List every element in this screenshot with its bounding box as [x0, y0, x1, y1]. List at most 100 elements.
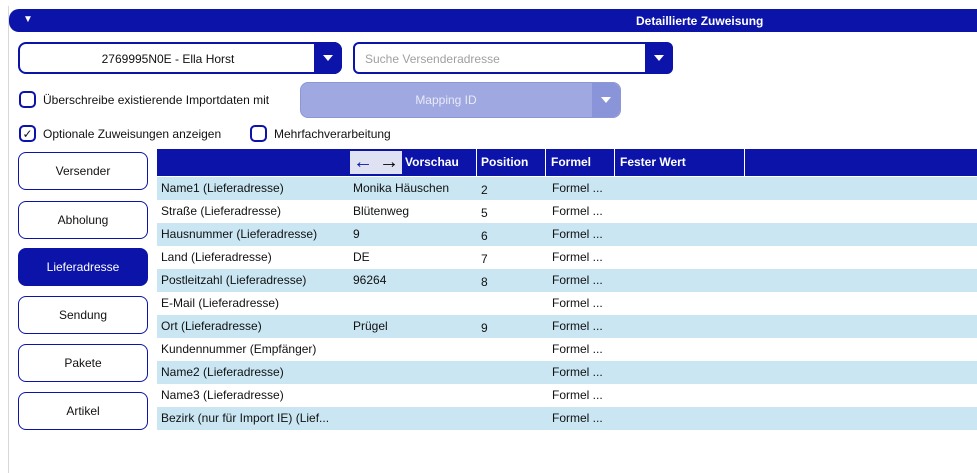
preview-cell	[353, 384, 471, 407]
formula-cell[interactable]: Formel ...	[552, 384, 614, 407]
table-row[interactable]: Straße (Lieferadresse) Blütenweg 5 Forme…	[157, 200, 977, 223]
table-row[interactable]: Postleitzahl (Lieferadresse) 96264 8 For…	[157, 269, 977, 292]
table-row[interactable]: Bezirk (nur für Import IE) (Lief... Form…	[157, 407, 977, 430]
preview-cell: Monika Häuschen	[353, 181, 450, 195]
preview-cell	[353, 338, 471, 361]
column-move-arrows[interactable]: ← →	[350, 151, 402, 174]
mapping-id-value: Mapping ID	[415, 93, 477, 107]
table-row[interactable]: E-Mail (Lieferadresse) Formel ...	[157, 292, 977, 315]
section-header[interactable]: ▼ Detaillierte Zuweisung	[9, 9, 977, 32]
table-row[interactable]: Kundennummer (Empfänger) Formel ...	[157, 338, 977, 361]
multi-processing-label: Mehrfachverarbeitung	[274, 126, 391, 141]
category-label: Versender	[55, 164, 111, 178]
sender-address-search[interactable]	[353, 42, 673, 74]
preview-cell: Blütenweg	[353, 204, 410, 218]
formula-cell[interactable]: Formel ...	[552, 407, 614, 430]
formula-cell[interactable]: Formel ...	[552, 315, 614, 338]
optional-assignments-option[interactable]: ✓ Optionale Zuweisungen anzeigen	[19, 125, 221, 142]
column-separator	[545, 149, 546, 176]
multi-processing-checkbox[interactable]	[250, 125, 267, 142]
preview-cell	[353, 292, 471, 315]
column-header-formula[interactable]: Formel	[551, 149, 591, 176]
field-cell: Name1 (Lieferadresse)	[161, 181, 284, 195]
field-cell: Ort (Lieferadresse)	[161, 319, 262, 333]
multi-processing-option[interactable]: Mehrfachverarbeitung	[250, 125, 391, 142]
field-cell: Land (Lieferadresse)	[161, 250, 272, 264]
category-button-pakete[interactable]: Pakete	[18, 344, 148, 382]
column-separator	[614, 149, 615, 176]
preview-cell: DE	[353, 250, 370, 264]
category-label: Abholung	[57, 213, 109, 227]
formula-cell[interactable]: Formel ...	[552, 361, 614, 384]
sender-dropdown[interactable]: 2769995N0E - Ella Horst	[18, 42, 342, 74]
table-row[interactable]: Name3 (Lieferadresse) Formel ...	[157, 384, 977, 407]
position-cell[interactable]: 6	[481, 225, 541, 248]
field-cell: Straße (Lieferadresse)	[161, 204, 282, 218]
preview-cell	[353, 361, 471, 384]
sender-address-dropdown-button[interactable]	[645, 42, 673, 74]
field-cell: Bezirk (nur für Import IE) (Lief...	[161, 411, 330, 425]
column-header-fixed-value[interactable]: Fester Wert	[620, 149, 686, 176]
formula-cell[interactable]: Formel ...	[552, 223, 614, 246]
formula-cell[interactable]: Formel ...	[552, 338, 614, 361]
section-title: Detaillierte Zuweisung	[636, 14, 764, 28]
optional-assignments-checkbox[interactable]: ✓	[19, 125, 36, 142]
category-button-versender[interactable]: Versender	[18, 152, 148, 190]
preview-cell: 96264	[353, 273, 387, 287]
sender-dropdown-value: 2769995N0E - Ella Horst	[101, 52, 235, 66]
position-cell[interactable]	[481, 363, 541, 386]
field-cell: Kundennummer (Empfänger)	[161, 342, 317, 356]
position-cell[interactable]	[481, 409, 541, 432]
table-row[interactable]: Name2 (Lieferadresse) Formel ...	[157, 361, 977, 384]
table-header: ← → Vorschau Position Formel Fester Wert	[157, 149, 977, 176]
column-header-position[interactable]: Position	[481, 149, 528, 176]
table-row[interactable]: Ort (Lieferadresse) Prügel 9 Formel ...	[157, 315, 977, 338]
formula-cell[interactable]: Formel ...	[552, 292, 614, 315]
formula-cell[interactable]: Formel ...	[552, 246, 614, 269]
arrow-left-icon[interactable]: ←	[353, 151, 373, 174]
category-label: Pakete	[64, 356, 102, 370]
position-cell[interactable]: 2	[481, 179, 541, 202]
position-cell[interactable]: 5	[481, 202, 541, 225]
column-header-preview[interactable]: Vorschau	[405, 149, 459, 176]
position-cell[interactable]: 7	[481, 248, 541, 271]
sender-address-search-input[interactable]	[363, 50, 633, 68]
sender-dropdown-button[interactable]	[314, 42, 342, 74]
category-button-abholung[interactable]: Abholung	[18, 201, 148, 239]
field-cell: Hausnummer (Lieferadresse)	[161, 227, 318, 241]
field-cell: Name2 (Lieferadresse)	[161, 365, 284, 379]
formula-cell[interactable]: Formel ...	[552, 269, 614, 292]
preview-cell	[353, 407, 471, 430]
column-separator	[476, 149, 477, 176]
position-cell[interactable]	[481, 294, 541, 317]
overwrite-option[interactable]: Überschreibe existierende Importdaten mi…	[19, 91, 269, 108]
chevron-down-icon	[654, 55, 664, 61]
table-row[interactable]: Land (Lieferadresse) DE 7 Formel ...	[157, 246, 977, 269]
formula-cell[interactable]: Formel ...	[552, 177, 614, 200]
category-label: Lieferadresse	[46, 260, 120, 274]
category-button-lieferadresse[interactable]: Lieferadresse	[18, 248, 148, 286]
field-cell: Name3 (Lieferadresse)	[161, 388, 284, 402]
category-button-sendung[interactable]: Sendung	[18, 296, 148, 334]
overwrite-checkbox[interactable]	[19, 91, 36, 108]
preview-cell: Prügel	[353, 319, 388, 333]
preview-cell: 9	[353, 227, 360, 241]
position-cell[interactable]: 9	[481, 317, 541, 340]
optional-assignments-label: Optionale Zuweisungen anzeigen	[43, 126, 222, 141]
arrow-right-icon[interactable]: →	[379, 151, 399, 174]
position-cell[interactable]: 8	[481, 271, 541, 294]
column-separator	[744, 149, 745, 176]
category-button-artikel[interactable]: Artikel	[18, 392, 148, 430]
table-row[interactable]: Hausnummer (Lieferadresse) 9 6 Formel ..…	[157, 223, 977, 246]
category-label: Sendung	[58, 308, 108, 322]
formula-cell[interactable]: Formel ...	[552, 200, 614, 223]
field-cell: Postleitzahl (Lieferadresse)	[161, 273, 307, 287]
field-cell: E-Mail (Lieferadresse)	[161, 296, 280, 310]
overwrite-label: Überschreibe existierende Importdaten mi…	[43, 92, 270, 107]
position-cell[interactable]	[481, 340, 541, 363]
category-label: Artikel	[66, 404, 100, 418]
mapping-id-dropdown-button	[592, 83, 620, 117]
collapse-triangle-icon[interactable]: ▼	[23, 14, 33, 25]
table-row[interactable]: Name1 (Lieferadresse) Monika Häuschen 2 …	[157, 177, 977, 200]
position-cell[interactable]	[481, 386, 541, 409]
